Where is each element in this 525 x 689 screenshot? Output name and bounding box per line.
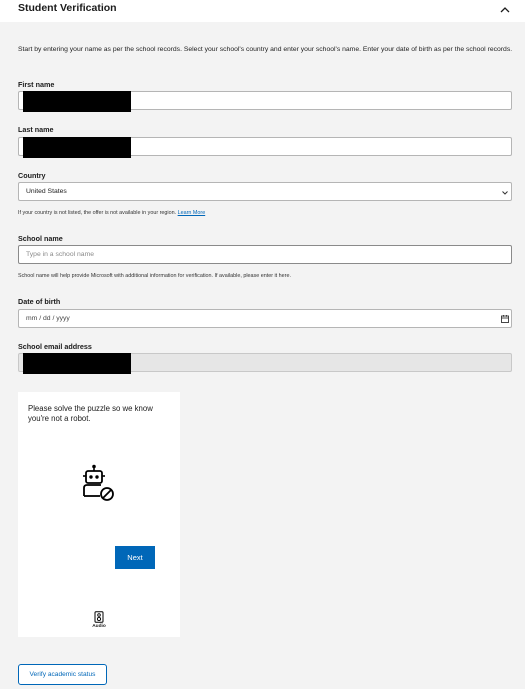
redacted-block [23, 137, 131, 158]
country-label: Country [18, 171, 46, 180]
learn-more-link[interactable]: Learn More [178, 210, 206, 216]
last-name-label: Last name [18, 125, 54, 134]
country-helper-text: If your country is not listed, the offer… [18, 210, 177, 216]
country-helper: If your country is not listed, the offer… [18, 210, 205, 216]
robot-icon [83, 464, 114, 501]
school-name-input[interactable]: Type in a school name [18, 245, 512, 264]
captcha-panel: Please solve the puzzle so we know you'r… [18, 392, 180, 637]
school-name-placeholder: Type in a school name [26, 251, 95, 258]
first-name-input[interactable] [18, 91, 512, 112]
audio-label[interactable]: Audio [89, 624, 109, 629]
country-select[interactable]: United States [18, 182, 512, 201]
school-name-helper: School name will help provide Microsoft … [18, 273, 291, 279]
intro-text: Start by entering your name as per the s… [18, 46, 513, 53]
school-email-label: School email address [18, 342, 92, 351]
section-title: Student Verification [18, 2, 117, 14]
next-button[interactable]: Next [115, 546, 155, 569]
date-of-birth-label: Date of birth [18, 297, 61, 306]
verify-academic-status-button[interactable]: Verify academic status [18, 664, 107, 685]
first-name-label: First name [18, 80, 55, 89]
last-name-input[interactable] [18, 137, 512, 158]
chevron-up-icon[interactable] [498, 4, 512, 16]
calendar-icon[interactable] [500, 314, 510, 324]
redacted-block [23, 91, 131, 112]
school-email-input [18, 353, 512, 374]
country-selected-value: United States [26, 188, 67, 195]
school-name-label: School name [18, 234, 63, 243]
date-of-birth-placeholder: mm / dd / yyyy [26, 315, 70, 322]
redacted-block [23, 353, 131, 374]
date-of-birth-input[interactable]: mm / dd / yyyy [18, 309, 512, 328]
captcha-prompt: Please solve the puzzle so we know you'r… [28, 404, 153, 423]
section-header[interactable]: Student Verification [0, 0, 525, 22]
audio-icon[interactable] [94, 611, 104, 623]
chevron-down-icon [502, 191, 508, 195]
